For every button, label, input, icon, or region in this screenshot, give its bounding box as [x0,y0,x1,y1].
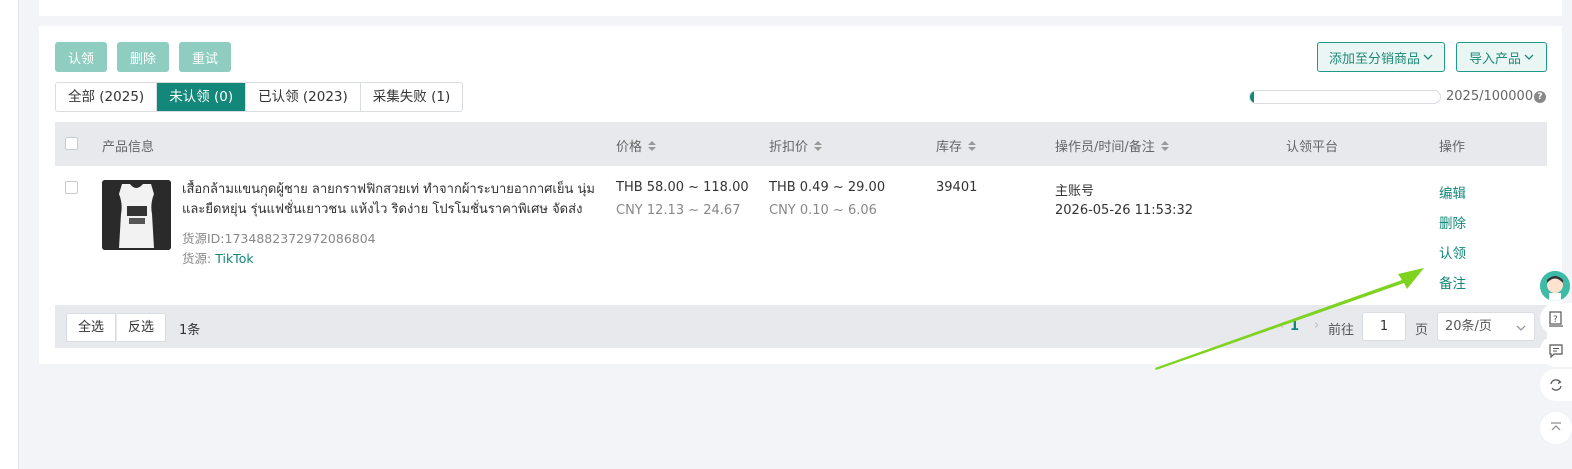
current-page[interactable]: 1 [1290,319,1299,334]
goto-page-input[interactable]: 1 [1362,312,1406,341]
source-id: 货源ID:1734882372972086804 [182,231,376,246]
invert-selection-button[interactable]: 反选 [117,313,167,342]
page-unit-label: 页 [1415,323,1429,338]
header-actions: 操作 [1439,140,1466,155]
chevron-down-icon [1423,54,1433,60]
quota-progress-fill [1250,91,1254,103]
help-doc-icon[interactable]: ? [1540,303,1572,335]
chevron-down-icon [1516,325,1526,331]
sort-icon [1160,140,1169,151]
chevron-down-icon [1524,54,1534,60]
page-size-value: 20条/页 [1445,319,1492,334]
discount-thb: THB 0.49 ~ 29.00 [769,180,886,195]
svg-text:?: ? [1553,315,1558,325]
selected-count: 1条 [179,323,201,338]
prev-page-icon[interactable]: ‹ [1279,318,1284,333]
select-all-button[interactable]: 全选 [66,313,117,342]
header-price[interactable]: 价格 [616,136,657,155]
add-distribution-button[interactable]: 添加至分销商品 [1317,42,1445,72]
status-tabs: 全部 (2025) 未认领 (0) 已认领 (2023) 采集失败 (1) [55,82,464,112]
product-image [102,180,171,250]
price-thb: THB 58.00 ~ 118.00 [616,180,749,195]
delete-link[interactable]: 删除 [1439,212,1466,232]
source-link[interactable]: TikTok [215,251,253,266]
header-operator[interactable]: 操作员/时间/备注 [1055,136,1169,155]
tab-claimed[interactable]: 已认领 (2023) [246,83,361,111]
quota-text: 2025/100000 [1446,89,1534,104]
page-size-select[interactable]: 20条/页 [1437,312,1535,341]
sort-icon [648,140,657,151]
product-thumbnail[interactable] [102,180,171,250]
claim-link[interactable]: 认领 [1439,242,1466,262]
refresh-icon[interactable] [1540,369,1572,401]
product-title[interactable]: เสื้อกล้ามแขนกุดผู้ชาย ลายกราฟฟิกสวยเท่ … [182,180,597,220]
stock-value: 39401 [936,180,978,195]
header-stock[interactable]: 库存 [936,136,977,155]
table-row: เสื้อกล้ามแขนกุดผู้ชาย ลายกราฟฟิกสวยเท่ … [55,166,1547,305]
quota-progress-bar [1249,90,1441,104]
header-product: 产品信息 [102,140,155,155]
tab-collect-failed[interactable]: 采集失败 (1) [360,83,463,111]
tab-unclaimed[interactable]: 未认领 (0) [157,83,247,111]
table-footer: 全选 反选 1条 ‹ 1 › 前往 1 页 20条/页 [55,305,1547,348]
select-all-checkbox[interactable] [65,137,78,150]
edit-link[interactable]: 编辑 [1439,182,1466,202]
header-platform: 认领平台 [1286,140,1339,155]
top-card [39,0,1562,16]
import-product-button[interactable]: 导入产品 [1456,42,1547,72]
next-page-icon[interactable]: › [1314,318,1319,333]
goto-label: 前往 [1328,323,1355,338]
operator-name: 主账号 [1055,184,1095,199]
sort-icon [814,140,823,151]
table-header: 产品信息 价格 折扣价 库存 操作员/时间/备注 认领平台 操作 [55,122,1547,166]
row-checkbox[interactable] [65,181,78,194]
retry-button[interactable]: 重试 [179,42,231,72]
avatar[interactable] [1540,271,1570,301]
left-strip [0,0,19,469]
add-distribution-label: 添加至分销商品 [1328,51,1420,67]
claim-button[interactable]: 认领 [55,42,107,72]
tab-all[interactable]: 全部 (2025) [56,83,158,111]
message-icon[interactable] [1540,335,1572,367]
back-to-top-icon[interactable] [1540,412,1572,444]
import-product-label: 导入产品 [1468,51,1521,67]
remark-link[interactable]: 备注 [1439,272,1466,292]
price-cny: CNY 12.13 ~ 24.67 [616,203,741,218]
help-icon[interactable]: ? [1534,91,1546,103]
delete-button[interactable]: 删除 [117,42,169,72]
source: 货源: TikTok [182,251,254,266]
sort-icon [968,140,977,151]
operator-time: 2026-05-26 11:53:32 [1055,203,1194,218]
header-discount[interactable]: 折扣价 [769,136,823,155]
discount-cny: CNY 0.10 ~ 6.06 [769,203,877,218]
